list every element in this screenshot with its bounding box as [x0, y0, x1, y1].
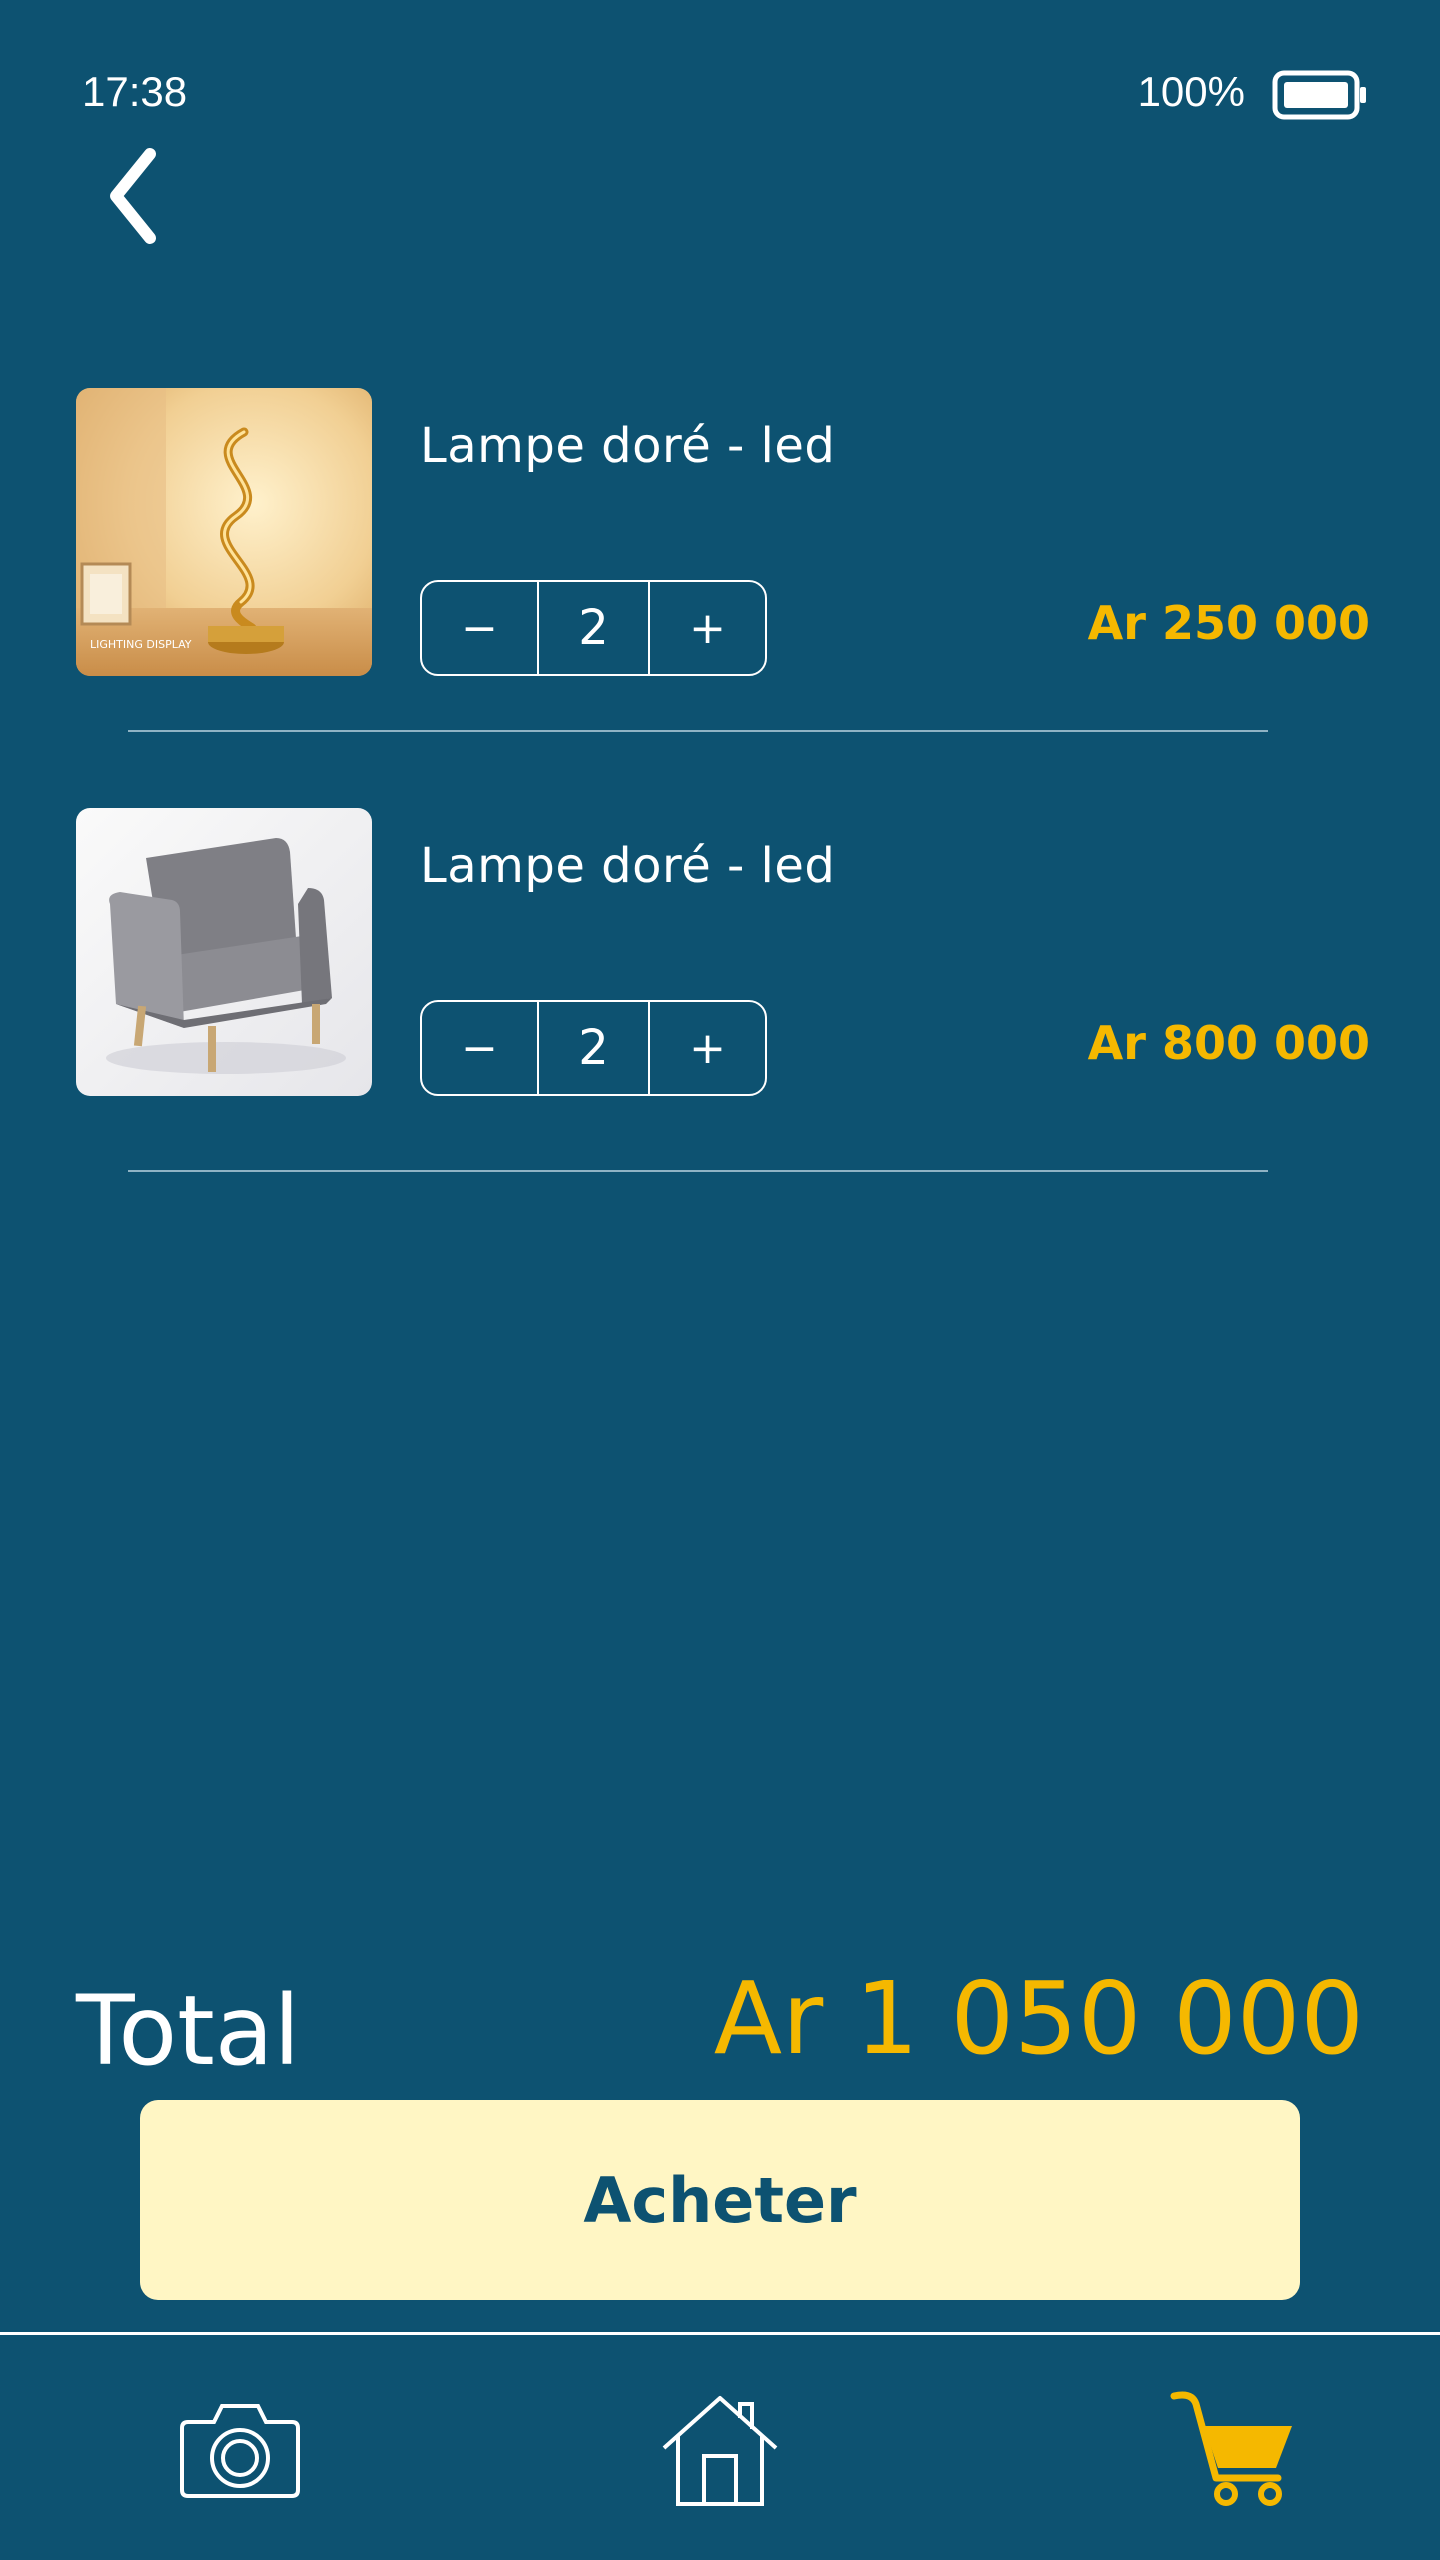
quantity-stepper: − 2 +	[420, 1000, 767, 1096]
status-time: 17:38	[82, 68, 188, 115]
cart-icon	[1170, 2391, 1292, 2506]
nav-home[interactable]	[650, 2380, 790, 2520]
quantity-value: 2	[537, 582, 650, 674]
bottom-nav-divider	[0, 2332, 1440, 2335]
decrease-quantity-button[interactable]: −	[422, 582, 537, 674]
total-label: Total	[76, 1975, 301, 2087]
product-price: Ar 250 000	[1087, 596, 1370, 650]
chevron-left-icon	[110, 148, 156, 244]
back-button[interactable]	[92, 140, 172, 252]
divider	[128, 730, 1268, 732]
battery-percentage: 100%	[1137, 68, 1245, 115]
nav-camera[interactable]	[170, 2380, 310, 2520]
cart-item: Lampe doré - led − 2 + Ar 800 000	[0, 808, 1440, 1108]
cart-screen: 17:38 100% LIGHTING DISPLAY Lampe doré -…	[0, 0, 1440, 2560]
camera-icon	[180, 2404, 300, 2498]
product-price: Ar 800 000	[1087, 1016, 1370, 1070]
cart-item: LIGHTING DISPLAY Lampe doré - led − 2 + …	[0, 388, 1440, 688]
product-name: Lampe doré - led	[420, 838, 836, 894]
quantity-stepper: − 2 +	[420, 580, 767, 676]
divider	[128, 1170, 1268, 1172]
buy-button[interactable]: Acheter	[140, 2100, 1300, 2300]
image-caption: LIGHTING DISPLAY	[90, 638, 192, 651]
increase-quantity-button[interactable]: +	[650, 1002, 765, 1094]
nav-cart[interactable]	[1160, 2380, 1310, 2520]
quantity-value: 2	[537, 1002, 650, 1094]
product-image-lamp[interactable]: LIGHTING DISPLAY	[76, 388, 372, 676]
product-name: Lampe doré - led	[420, 418, 836, 474]
product-image-armchair[interactable]	[76, 808, 372, 1096]
total-value: Ar 1 050 000	[713, 1960, 1364, 2077]
decrease-quantity-button[interactable]: −	[422, 1002, 537, 1094]
battery-icon	[1272, 70, 1366, 120]
home-icon	[662, 2396, 778, 2506]
buy-button-label: Acheter	[583, 2163, 857, 2237]
increase-quantity-button[interactable]: +	[650, 582, 765, 674]
